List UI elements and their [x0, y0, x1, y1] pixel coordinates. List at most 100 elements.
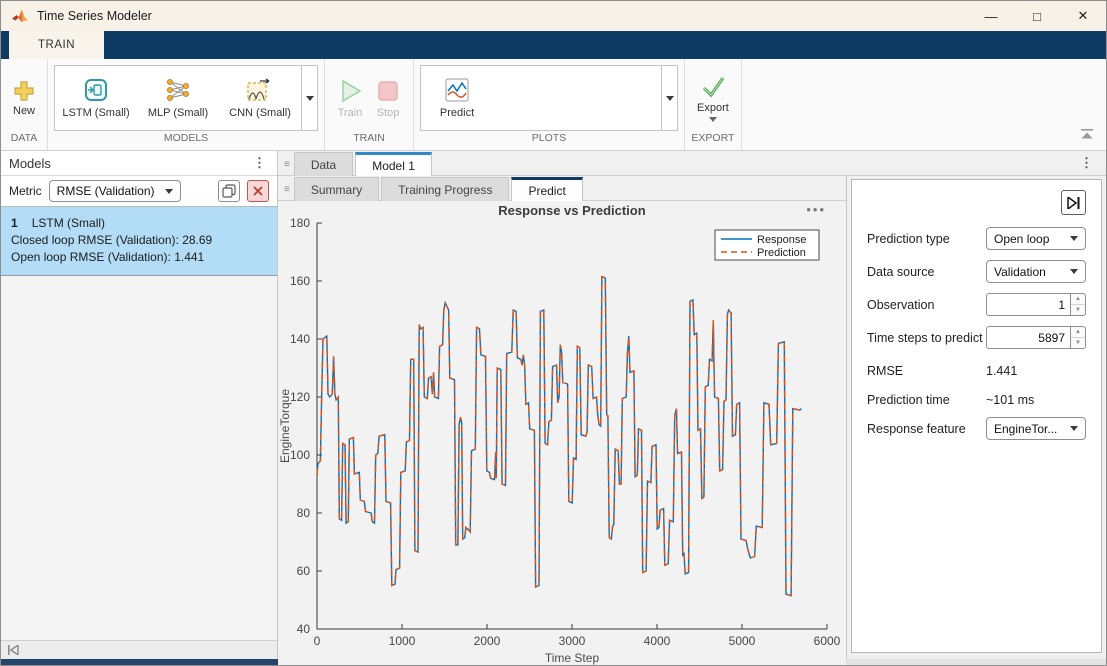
- svg-text:Response vs Prediction: Response vs Prediction: [498, 203, 645, 218]
- chevron-down-icon: [165, 189, 173, 194]
- chevron-down-icon: [306, 96, 314, 101]
- ribbon-group-models: LSTM (Small): [48, 59, 325, 150]
- rmse-row: RMSE 1.441: [867, 359, 1086, 382]
- spinner-down-icon[interactable]: ▼: [1071, 338, 1085, 348]
- model-subtab-row: ≡ Summary Training Progress Predict: [278, 176, 846, 201]
- stop-button-label: Stop: [377, 107, 400, 119]
- response-prediction-chart: 4060801001201401601800100020003000400050…: [278, 201, 846, 665]
- train-button-label: Train: [338, 107, 363, 119]
- svg-text:1000: 1000: [389, 634, 416, 648]
- model-mlp-small-button[interactable]: MLP (Small): [137, 66, 219, 130]
- tab-model-1[interactable]: Model 1: [355, 152, 432, 176]
- prediction-type-label: Prediction type: [867, 232, 986, 246]
- svg-text:60: 60: [297, 564, 311, 578]
- spinner-down-icon[interactable]: ▼: [1071, 305, 1085, 315]
- time-steps-spinner[interactable]: 5897 ▲▼: [986, 326, 1086, 349]
- svg-text:6000: 6000: [814, 634, 841, 648]
- export-button[interactable]: Export: [691, 73, 735, 124]
- prediction-time-label: Prediction time: [867, 393, 986, 407]
- data-source-label: Data source: [867, 265, 986, 279]
- time-steps-value[interactable]: 5897: [986, 326, 1071, 349]
- svg-text:120: 120: [290, 390, 310, 404]
- svg-text:2000: 2000: [474, 634, 501, 648]
- delete-x-icon: [252, 185, 264, 197]
- collapse-ribbon-icon: [1080, 129, 1094, 140]
- prediction-type-dropdown[interactable]: Open loop: [986, 227, 1086, 250]
- collapse-panel-icon[interactable]: [7, 645, 19, 655]
- predict-controls-card: Prediction type Open loop Data source Va…: [851, 179, 1102, 653]
- metric-dropdown[interactable]: RMSE (Validation): [49, 180, 181, 202]
- spinner-up-icon[interactable]: ▲: [1071, 294, 1085, 305]
- train-button[interactable]: Train: [331, 76, 369, 121]
- rmse-label: RMSE: [867, 364, 986, 378]
- svg-text:160: 160: [290, 274, 310, 288]
- tab-summary[interactable]: Summary: [294, 177, 379, 201]
- svg-text:140: 140: [290, 332, 310, 346]
- response-feature-row: Response feature EngineTor...: [867, 417, 1086, 440]
- rmse-value: 1.441: [986, 364, 1086, 378]
- observation-spinner[interactable]: 1 ▲▼: [986, 293, 1086, 316]
- spinner-arrows[interactable]: ▲▼: [1071, 293, 1086, 316]
- document-area: ≡ Data Model 1 ⋮ ≡ Summary Training Prog…: [278, 151, 1106, 659]
- document-tab-row: ≡ Data Model 1 ⋮: [278, 151, 1106, 176]
- ribbon-group-models-label: MODELS: [48, 132, 324, 150]
- prediction-type-row: Prediction type Open loop: [867, 227, 1086, 250]
- ribbon-group-train: Train Stop TRAIN: [325, 59, 414, 150]
- model-item-title: 1 LSTM (Small): [11, 215, 267, 232]
- tab-grip-icon: ≡: [284, 184, 290, 195]
- chevron-down-icon: [1070, 236, 1078, 241]
- plus-icon: [13, 80, 35, 102]
- model-lstm-small-label: LSTM (Small): [62, 107, 129, 119]
- metric-dropdown-value: RMSE (Validation): [57, 184, 159, 198]
- tab-data[interactable]: Data: [294, 152, 353, 176]
- response-feature-dropdown[interactable]: EngineTor...: [986, 417, 1086, 440]
- plots-gallery-dropdown[interactable]: [661, 66, 677, 130]
- chevron-down-icon: [709, 117, 717, 122]
- models-panel-menu-icon[interactable]: ⋮: [250, 155, 269, 171]
- spinner-up-icon[interactable]: ▲: [1071, 327, 1085, 338]
- model-lstm-small-button[interactable]: LSTM (Small): [55, 66, 137, 130]
- svg-text:Response: Response: [757, 234, 807, 246]
- stop-button[interactable]: Stop: [369, 76, 407, 121]
- data-source-value: Validation: [994, 265, 1064, 279]
- run-prediction-button[interactable]: [1061, 190, 1086, 215]
- copy-icon: [222, 184, 236, 198]
- predict-plot-button[interactable]: Predict: [421, 66, 493, 130]
- tab-training-progress[interactable]: Training Progress: [381, 177, 509, 201]
- observation-value[interactable]: 1: [986, 293, 1071, 316]
- models-panel-bottom-bar: [1, 640, 277, 659]
- svg-text:5000: 5000: [729, 634, 756, 648]
- figure-options-icon[interactable]: •••: [806, 202, 826, 217]
- tab-grip-icon: ≡: [284, 159, 290, 170]
- model-cnn-small-button[interactable]: CNN (Small): [219, 66, 301, 130]
- ribbon-group-export-label: EXPORT: [685, 132, 741, 150]
- ribbon-group-plots-label: PLOTS: [414, 132, 684, 150]
- svg-text:EngineTorque: EngineTorque: [278, 389, 292, 463]
- svg-text:4000: 4000: [644, 634, 671, 648]
- document-menu-icon[interactable]: ⋮: [1077, 155, 1096, 171]
- new-button[interactable]: New: [7, 78, 41, 119]
- collapse-ribbon-button[interactable]: [1080, 127, 1094, 145]
- model-item-name: LSTM (Small): [32, 216, 105, 230]
- models-gallery-dropdown[interactable]: [301, 66, 317, 130]
- data-source-dropdown[interactable]: Validation: [986, 260, 1086, 283]
- duplicate-model-button[interactable]: [218, 180, 240, 202]
- tab-train[interactable]: TRAIN: [9, 31, 104, 59]
- model-item-index: 1: [11, 216, 18, 230]
- chevron-down-icon: [1070, 269, 1078, 274]
- delete-model-button[interactable]: [247, 180, 269, 202]
- prediction-time-row: Prediction time ~101 ms: [867, 388, 1086, 411]
- model-item-open-loop-rmse: Open loop RMSE (Validation): 1.441: [11, 249, 267, 266]
- spinner-arrows[interactable]: ▲▼: [1071, 326, 1086, 349]
- ribbon-group-data-label: DATA: [1, 132, 47, 150]
- background-window-artifact: [1, 659, 284, 665]
- svg-text:40: 40: [297, 622, 311, 636]
- cnn-icon: [246, 77, 274, 103]
- model-list-item-selected[interactable]: 1LSTM (Small) Closed loop RMSE (Validati…: [1, 207, 277, 276]
- maximize-button[interactable]: □: [1014, 1, 1060, 31]
- close-button[interactable]: ✕: [1060, 1, 1106, 31]
- tab-predict[interactable]: Predict: [511, 177, 582, 201]
- minimize-button[interactable]: —: [968, 1, 1014, 31]
- matlab-logo-icon: [11, 8, 29, 24]
- svg-text:0: 0: [314, 634, 321, 648]
